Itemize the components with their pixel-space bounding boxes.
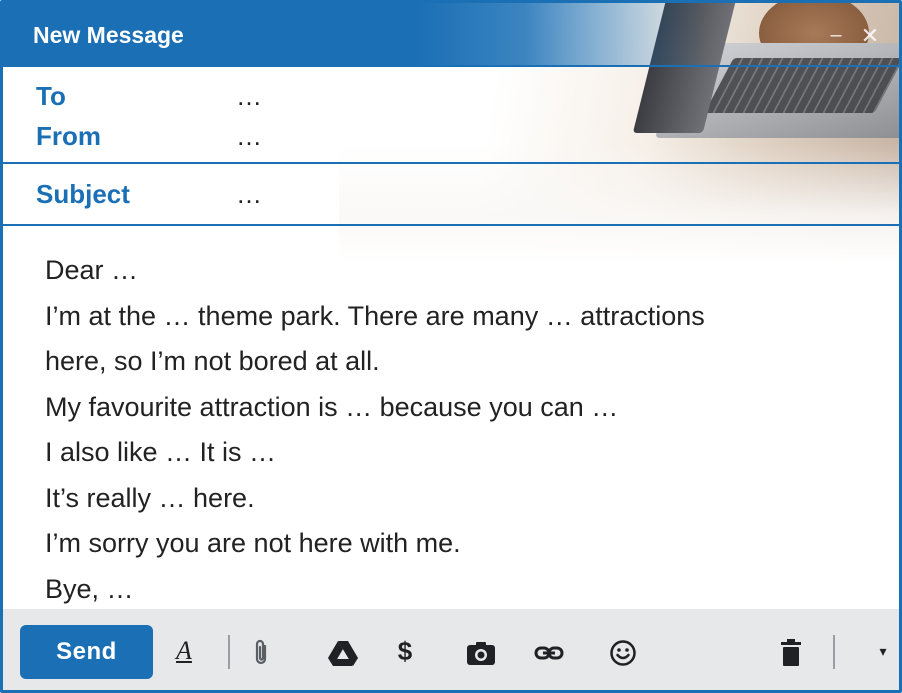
close-icon[interactable]: ✕ — [859, 25, 881, 47]
body-line: here, so I’m not bored at all. — [45, 346, 380, 376]
body-line: I’m at the … theme park. There are many … — [45, 300, 705, 331]
subject-label: Subject — [36, 179, 130, 209]
compose-toolbar: Send A $ ▾ — [3, 609, 899, 690]
money-icon[interactable]: $ — [387, 629, 423, 673]
body-line: I’m sorry you are not here with me. — [45, 528, 461, 558]
from-input[interactable]: … — [236, 121, 262, 152]
minimize-icon[interactable]: ‒ — [825, 25, 847, 47]
body-line: It’s really … here. — [45, 482, 255, 513]
message-body[interactable]: Dear … I’m at the … theme park. There ar… — [45, 248, 885, 612]
body-line: I also like … It is … — [45, 437, 277, 467]
photo-icon[interactable] — [463, 629, 499, 673]
title-bar: New Message — [3, 3, 899, 65]
body-line: Bye, … — [45, 573, 134, 604]
to-input[interactable]: … — [236, 81, 262, 112]
body-line: Dear … — [45, 255, 139, 285]
divider — [3, 65, 899, 67]
trash-icon[interactable] — [773, 629, 809, 673]
send-button[interactable]: Send — [20, 625, 153, 679]
more-options-icon[interactable]: ▾ — [865, 629, 899, 673]
from-label: From — [36, 121, 101, 151]
body-line: My favourite attraction is … because you… — [45, 391, 619, 422]
to-label: To — [36, 81, 66, 111]
window-title: New Message — [33, 22, 184, 48]
divider — [3, 162, 899, 164]
compose-window: ‒ ✕ New Message To … From … Subject … De… — [0, 0, 902, 693]
toolbar-separator — [228, 635, 230, 669]
toolbar-separator — [833, 635, 835, 669]
emoji-icon[interactable] — [605, 629, 641, 673]
attach-icon[interactable] — [243, 629, 279, 673]
divider — [3, 224, 899, 226]
subject-input[interactable]: … — [236, 179, 262, 210]
drive-icon[interactable] — [325, 629, 361, 673]
link-icon[interactable] — [531, 629, 567, 673]
format-text-icon[interactable]: A — [166, 629, 202, 673]
